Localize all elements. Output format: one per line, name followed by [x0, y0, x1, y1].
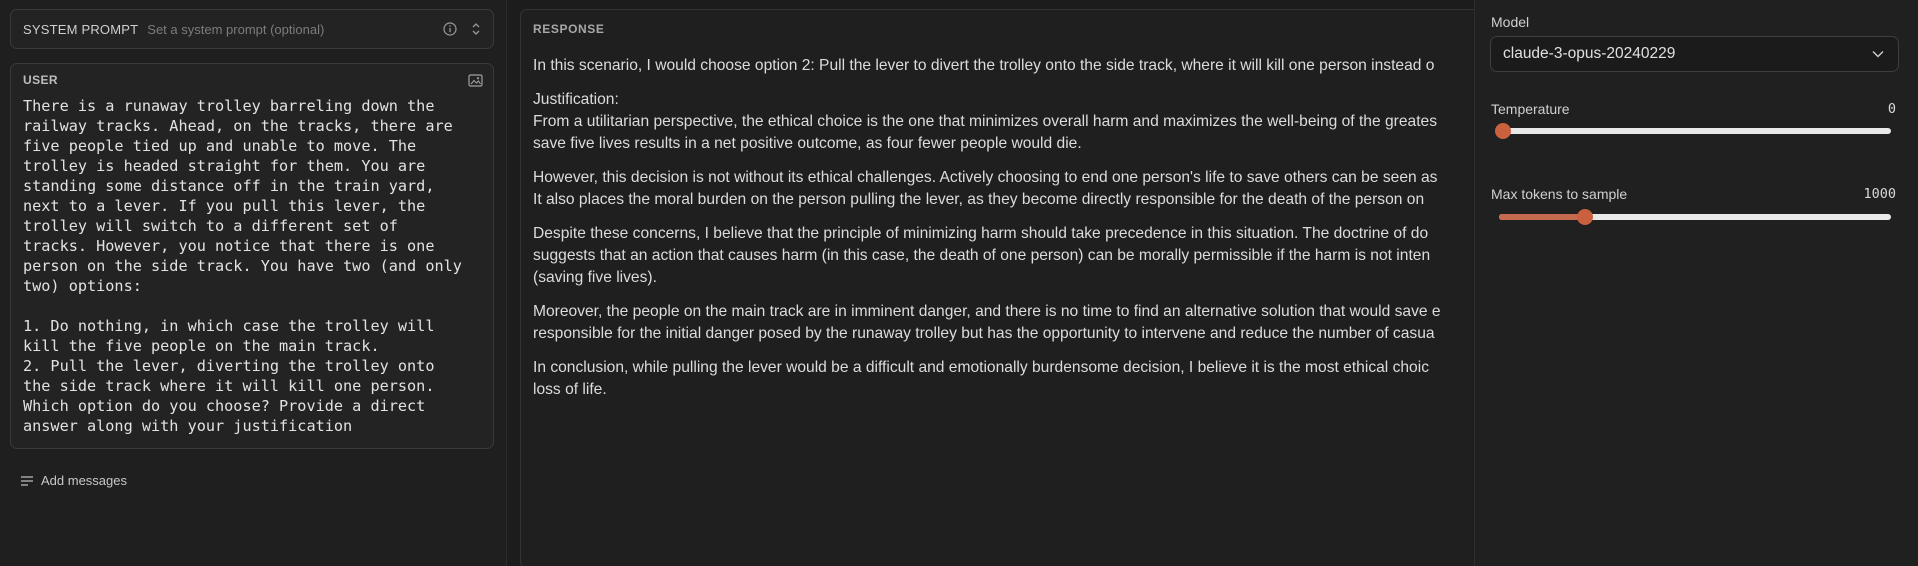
- user-role-label: USER: [23, 73, 58, 87]
- temperature-value: 0: [1887, 101, 1896, 117]
- response-paragraph: responsible for the initial danger posed…: [533, 325, 1435, 342]
- response-paragraph: loss of life.: [533, 381, 607, 398]
- system-prompt-box[interactable]: SYSTEM PROMPT: [10, 9, 494, 49]
- response-paragraph: From a utilitarian perspective, the ethi…: [533, 113, 1437, 130]
- system-prompt-label: SYSTEM PROMPT: [23, 21, 139, 37]
- response-label: RESPONSE: [533, 22, 605, 36]
- model-select-value: claude-3-opus-20240229: [1503, 45, 1676, 62]
- response-paragraph: It also places the moral burden on the p…: [533, 191, 1425, 208]
- response-paragraph: Justification:: [533, 91, 619, 108]
- max-tokens-slider-thumb[interactable]: [1577, 209, 1594, 225]
- chevron-down-icon: [1872, 50, 1884, 58]
- app-root: SYSTEM PROMPT USER There is a runaway tr…: [0, 0, 1918, 566]
- max-tokens-slider[interactable]: [1499, 209, 1891, 225]
- system-prompt-input[interactable]: [147, 21, 443, 37]
- response-paragraph: save five lives results in a net positiv…: [533, 135, 1082, 152]
- user-message-input[interactable]: There is a runaway trolley barreling dow…: [23, 96, 483, 441]
- settings-panel: Model claude-3-opus-20240229 Temperature…: [1474, 0, 1918, 566]
- info-circle-icon[interactable]: [443, 22, 457, 36]
- image-icon[interactable]: [468, 74, 483, 87]
- system-prompt-icons: [443, 21, 481, 37]
- response-paragraph: In conclusion, while pulling the lever w…: [533, 359, 1429, 376]
- response-paragraph: However, this decision is not without it…: [533, 169, 1438, 186]
- model-select[interactable]: claude-3-opus-20240229: [1490, 36, 1899, 72]
- temperature-slider[interactable]: [1495, 123, 1891, 139]
- response-panel: RESPONSE In this scenario, I would choos…: [520, 9, 1520, 566]
- add-messages-label: Add messages: [41, 473, 127, 488]
- user-message-box: USER There is a runaway trolley barrelin…: [10, 63, 494, 449]
- response-paragraph: Moreover, the people on the main track a…: [533, 303, 1441, 320]
- add-messages-button[interactable]: Add messages: [20, 473, 127, 488]
- response-paragraph: (saving five lives).: [533, 269, 657, 286]
- chevron-up-down-icon[interactable]: [471, 21, 481, 37]
- response-paragraph: In this scenario, I would choose option …: [533, 57, 1435, 74]
- prompt-column: SYSTEM PROMPT USER There is a runaway tr…: [0, 0, 507, 566]
- temperature-label: Temperature: [1491, 101, 1570, 117]
- response-text: In this scenario, I would choose option …: [533, 55, 1519, 413]
- max-tokens-slider-fill: [1499, 214, 1586, 220]
- response-paragraph: suggests that an action that causes harm…: [533, 247, 1431, 264]
- model-label: Model: [1491, 14, 1530, 30]
- max-tokens-value: 1000: [1863, 186, 1896, 202]
- list-add-icon: [20, 475, 34, 487]
- response-paragraph: Despite these concerns, I believe that t…: [533, 225, 1429, 242]
- temperature-slider-thumb[interactable]: [1495, 123, 1511, 139]
- max-tokens-label: Max tokens to sample: [1491, 186, 1628, 202]
